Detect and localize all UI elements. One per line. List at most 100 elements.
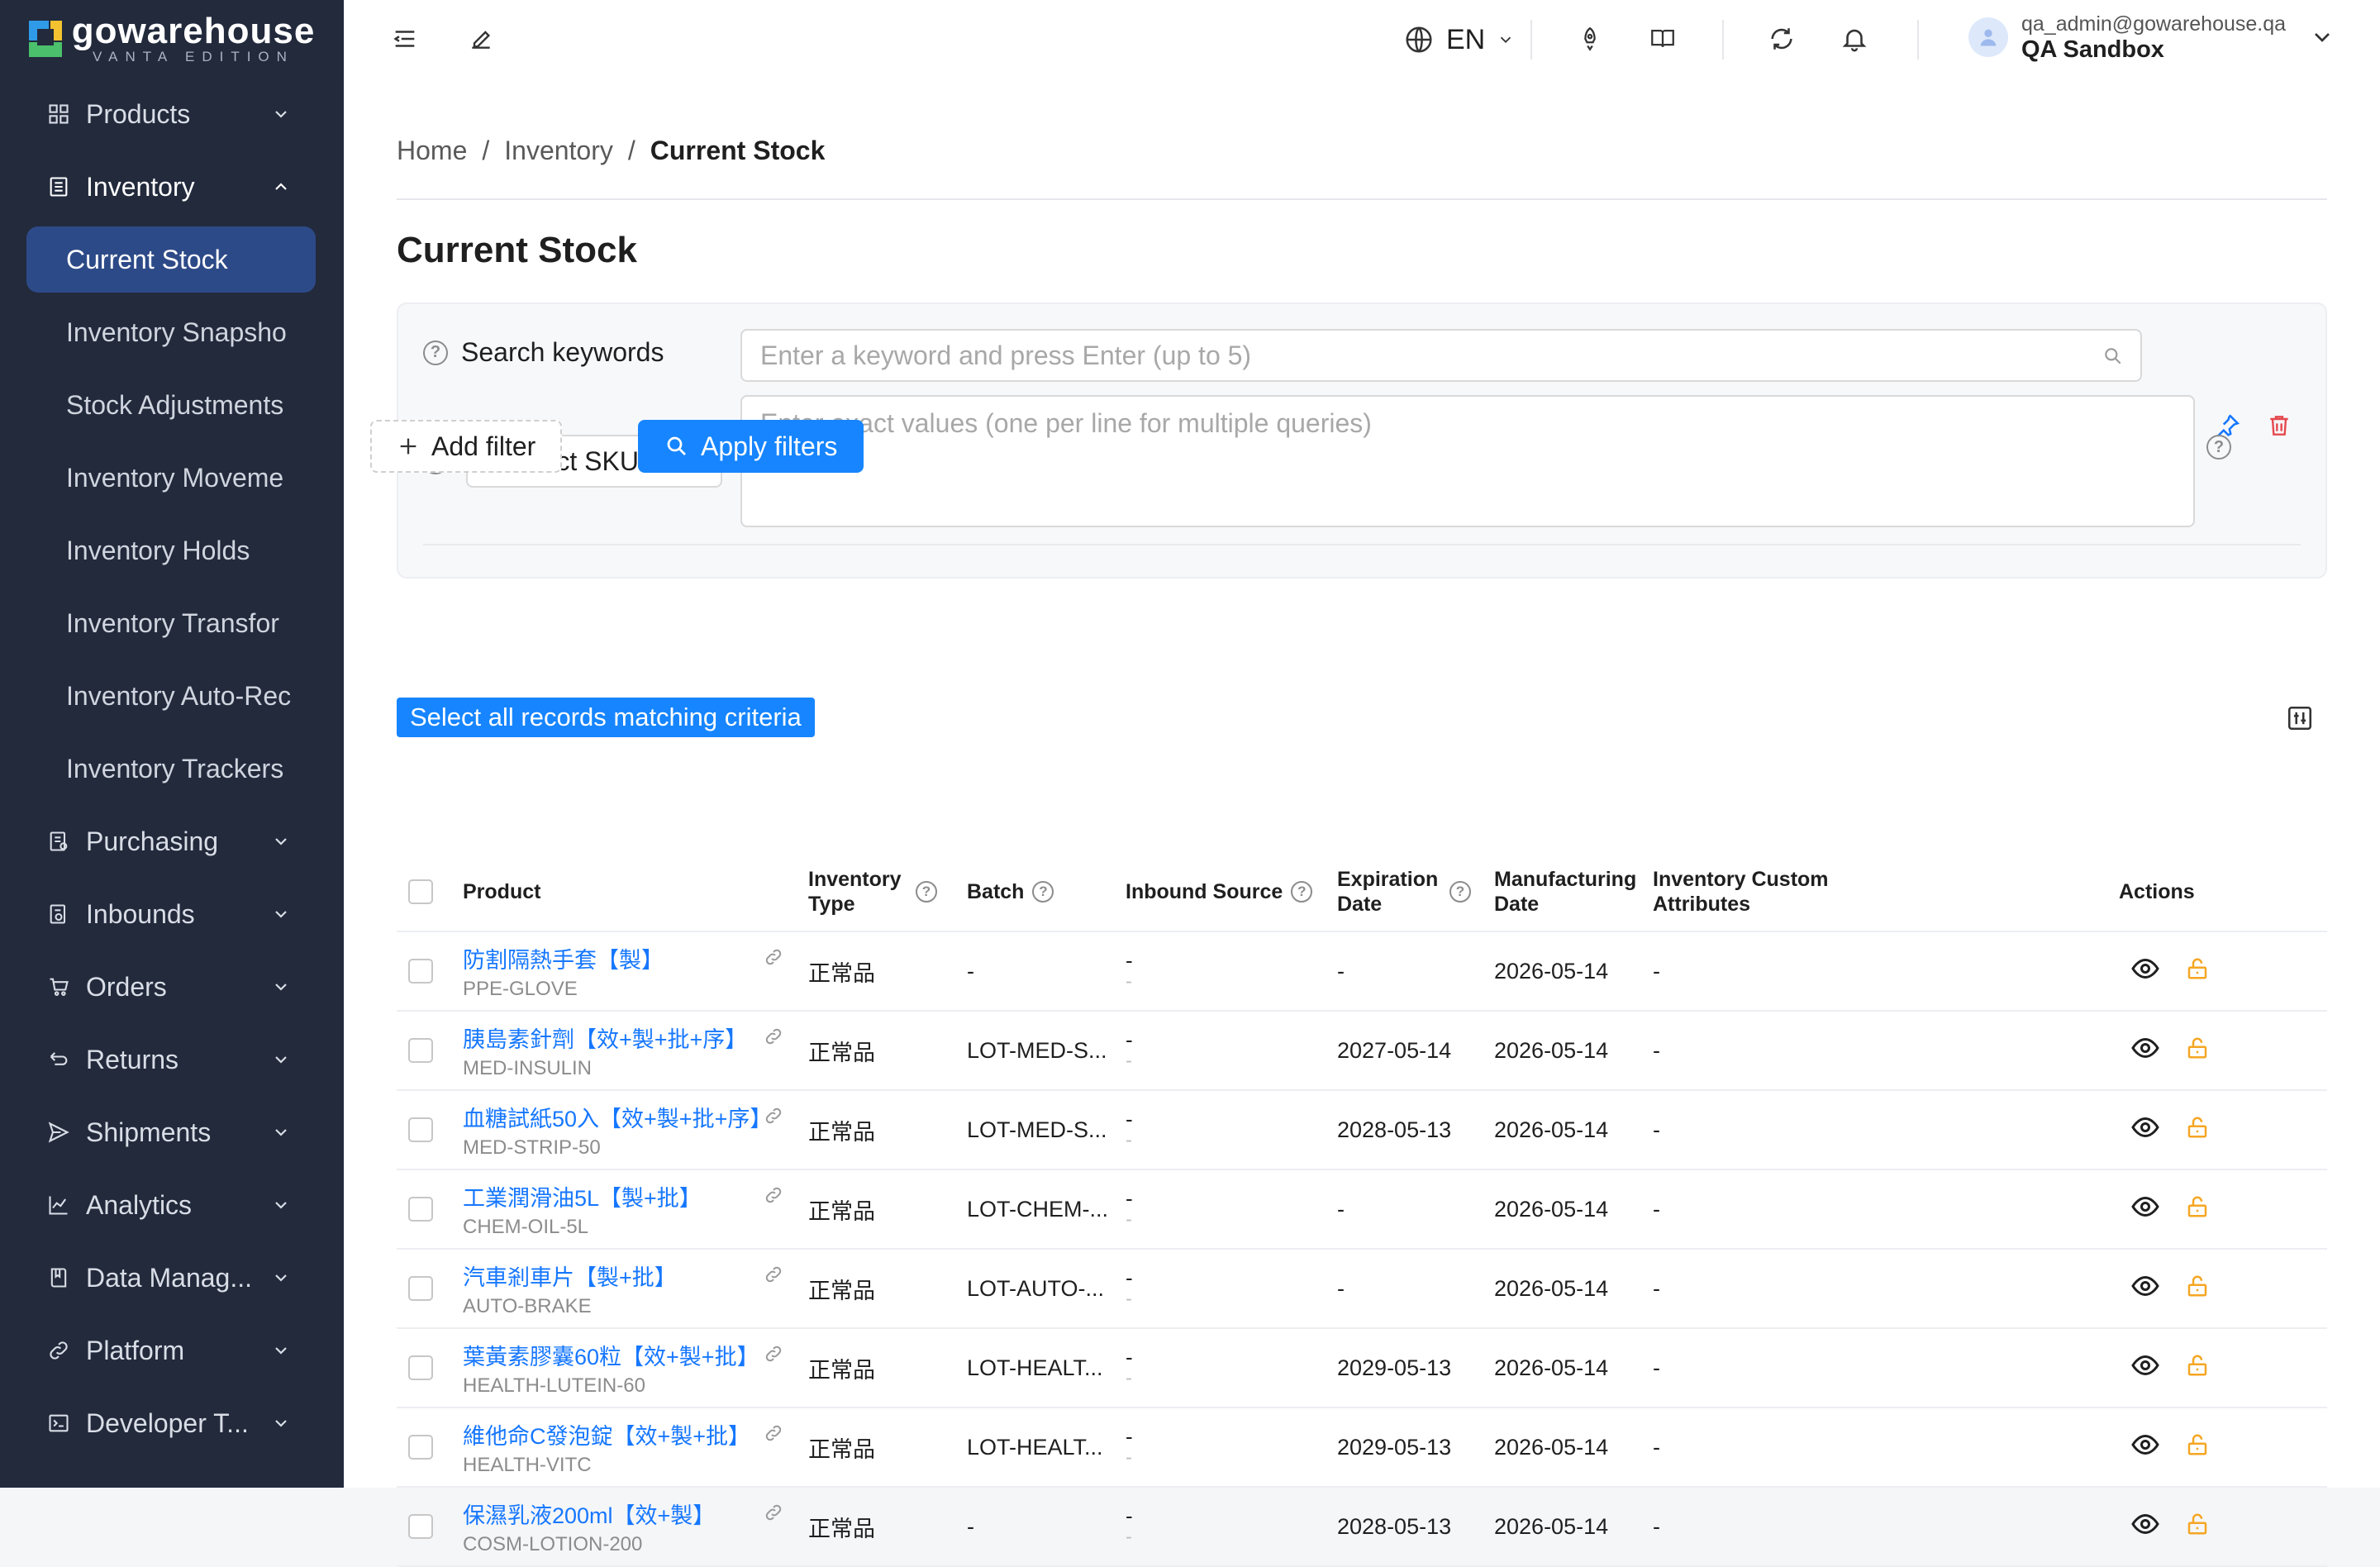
eye-icon[interactable] [2130,1350,2160,1386]
copy-link-icon[interactable] [764,947,783,971]
row-checkbox[interactable] [408,1435,433,1460]
copy-link-icon[interactable] [764,1265,783,1288]
sidebar-group-products[interactable]: Products [0,78,344,150]
row-checkbox[interactable] [408,1276,433,1301]
keyword-search-input[interactable] [740,329,2142,382]
row-checkbox[interactable] [408,1038,433,1063]
row-checkbox[interactable] [408,1514,433,1539]
header-expiration-cell[interactable]: Expiration Date? [1337,853,1486,931]
header-divider [1917,20,1919,60]
apply-filters-button[interactable]: Apply filters [638,420,864,473]
exact-values-textarea[interactable] [740,395,2195,527]
header-source-cell[interactable]: Inbound Source? [1126,853,1332,931]
select-all-records-button[interactable]: Select all records matching criteria [397,698,815,737]
search-icon[interactable] [2102,345,2124,367]
help-icon[interactable]: ? [916,881,937,903]
column-settings-icon[interactable] [2286,704,2314,732]
add-filter-button[interactable]: Add filter [370,420,563,473]
sidebar-item-inventory-moveme[interactable]: Inventory Moveme [0,441,344,514]
header-type-cell[interactable]: Inventory Type? [808,853,957,931]
help-icon[interactable]: ? [423,340,448,365]
product-name-link[interactable]: 汽車剎車片【製+批】 [463,1260,677,1292]
sidebar-group-label: Platform [86,1335,185,1365]
row-checkbox[interactable] [408,959,433,984]
row-checkbox[interactable] [408,1117,433,1142]
sidebar-group-label: Products [86,98,191,129]
sidebar-group-inbounds[interactable]: Inbounds [0,878,344,950]
trash-icon[interactable] [2266,412,2292,440]
eye-icon[interactable] [2130,1509,2160,1545]
lock-icon[interactable] [2185,1034,2210,1068]
breadcrumb-home[interactable]: Home [397,136,467,166]
sidebar-group-developer-t[interactable]: Developer T... [0,1387,344,1460]
bell-icon[interactable] [1840,24,1869,54]
eye-icon[interactable] [2130,1033,2160,1069]
header-attrs-cell[interactable]: Inventory Custom Attributes [1653,853,1851,931]
sidebar-group-platform[interactable]: Platform [0,1314,344,1387]
product-name-link[interactable]: 防割隔熱手套【製】 [463,942,664,974]
menu-fold-icon[interactable] [390,24,420,54]
eye-icon[interactable] [2130,1271,2160,1307]
sidebar-group-orders[interactable]: Orders [0,950,344,1023]
row-checkbox[interactable] [408,1197,433,1222]
help-icon[interactable]: ? [2206,435,2231,460]
copy-link-icon[interactable] [764,1423,783,1447]
edit-icon[interactable] [466,24,496,54]
user-menu[interactable]: qa_admin@gowarehouse.qa QA Sandbox [1968,12,2335,63]
refresh-icon[interactable] [1767,24,1797,54]
lock-action-cell [2185,932,2235,1010]
sidebar-group-inventory[interactable]: Inventory [0,150,344,223]
header-manufacturing-cell[interactable]: Manufacturing Date [1494,853,1643,931]
manufacturing-date: 2026-05-14 [1494,958,1609,984]
header-product-cell[interactable]: Product [463,853,793,931]
sidebar-item-stock-adjustments[interactable]: Stock Adjustments [0,369,344,441]
lock-icon[interactable] [2185,1113,2210,1147]
copy-link-icon[interactable] [764,1344,783,1368]
lock-icon[interactable] [2185,1272,2210,1306]
copy-link-icon[interactable] [764,1503,783,1527]
help-icon[interactable]: ? [1291,881,1313,903]
lock-icon[interactable] [2185,1351,2210,1385]
header-batch-cell[interactable]: Batch? [967,853,1116,931]
sidebar-group-data-manag[interactable]: Data Manag... [0,1241,344,1314]
eye-icon[interactable] [2130,1192,2160,1227]
lock-icon[interactable] [2185,1431,2210,1465]
product-name-link[interactable]: 維他命C發泡錠【效+製+批】 [463,1418,750,1450]
product-name-link[interactable]: 保濕乳液200ml【效+製】 [463,1498,715,1530]
chevron-up-icon [271,177,291,197]
sidebar-item-current-stock[interactable]: Current Stock [26,226,316,293]
sidebar-group-purchasing[interactable]: Purchasing [0,805,344,878]
sidebar-item-inventory-holds[interactable]: Inventory Holds [0,514,344,587]
brand-logo[interactable]: gowarehouse VANTA EDITION [0,0,344,78]
copy-link-icon[interactable] [764,1185,783,1209]
copy-link-icon[interactable] [764,1106,783,1130]
help-icon[interactable]: ? [1449,881,1471,903]
select-all-checkbox[interactable] [408,879,433,904]
eye-icon[interactable] [2130,954,2160,989]
lock-icon[interactable] [2185,1510,2210,1544]
docs-book-icon[interactable] [1648,24,1678,54]
eye-icon[interactable] [2130,1112,2160,1148]
product-name-link[interactable]: 工業潤滑油5L【製+批】 [463,1180,702,1212]
product-name-link[interactable]: 胰島素針劑【效+製+批+序】 [463,1022,747,1054]
rocket-icon[interactable] [1575,24,1605,54]
sidebar-group-shipments[interactable]: Shipments [0,1096,344,1169]
lock-icon[interactable] [2185,1193,2210,1226]
sidebar-item-inventory-snapsho[interactable]: Inventory Snapsho [0,296,344,369]
sidebar-item-inventory-trackers[interactable]: Inventory Trackers [0,732,344,805]
product-name-link[interactable]: 葉黃素膠囊60粒【效+製+批】 [463,1339,759,1371]
breadcrumb-inventory[interactable]: Inventory [504,136,613,166]
product-name-link[interactable]: 血糖試紙50入【效+製+批+序】 [463,1101,772,1133]
help-icon[interactable]: ? [1032,881,1054,903]
lock-icon[interactable] [2185,955,2210,988]
eye-icon[interactable] [2130,1430,2160,1465]
keyword-label-text: Search keywords [461,337,664,367]
sidebar-item-inventory-transfor[interactable]: Inventory Transfor [0,587,344,660]
sidebar-group-analytics[interactable]: Analytics [0,1169,344,1241]
row-checkbox[interactable] [408,1355,433,1380]
sidebar-group-returns[interactable]: Returns [0,1023,344,1096]
sidebar-item-inventory-auto-rec[interactable]: Inventory Auto-Rec [0,660,344,732]
language-selector[interactable]: EN [1403,20,1515,60]
copy-link-icon[interactable] [764,1026,783,1050]
lock-action-cell [2185,1012,2235,1089]
